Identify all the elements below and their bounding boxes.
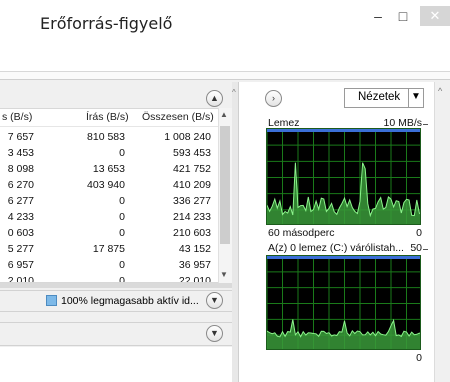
section-content <box>0 347 232 382</box>
chevron-down-icon: ▼ <box>210 295 219 305</box>
graph2-min-label: 0 <box>416 352 422 364</box>
collapse-section-button[interactable]: ▲ <box>206 90 223 107</box>
views-label: Nézetek <box>358 91 401 103</box>
graph2-max-tick <box>423 249 428 250</box>
read-cell: 6 957 <box>7 259 34 271</box>
total-cell: 22 010 <box>178 275 211 283</box>
read-cell: 6 270 <box>7 179 34 191</box>
chevron-right-icon: › <box>272 93 275 103</box>
total-cell: 336 277 <box>173 195 211 207</box>
disk-throughput-graph <box>266 128 421 225</box>
chevron-up-icon: ▲ <box>210 93 219 103</box>
storage-activity-label: 100% legmagasabb aktív id... <box>61 295 199 307</box>
maximize-button[interactable]: □ <box>392 6 414 26</box>
column-header-write[interactable]: Írás (B/s) <box>86 111 129 123</box>
total-cell: 593 453 <box>173 147 211 159</box>
graph1-max-tick <box>423 124 428 125</box>
write-cell: 0 <box>119 227 125 239</box>
graph2-top-marker <box>267 256 420 259</box>
graph1-min-label: 0 <box>416 227 422 239</box>
write-cell: 17 875 <box>92 243 125 255</box>
chevron-down-icon: ▼ <box>210 328 219 338</box>
read-cell: 8 098 <box>7 163 34 175</box>
write-cell: 0 <box>119 195 125 207</box>
graph2-max-label: 50 <box>410 242 422 254</box>
write-cell: 403 940 <box>87 179 125 191</box>
total-cell: 36 957 <box>178 259 211 271</box>
next-section-header[interactable] <box>0 322 232 346</box>
dropdown-arrow-icon[interactable]: ▼ <box>411 91 421 102</box>
read-cell: 3 453 <box>7 147 34 159</box>
expand-storage-button[interactable]: ▼ <box>206 292 223 309</box>
menu-bar <box>0 46 450 72</box>
scrollbar-thumb[interactable] <box>220 126 230 244</box>
total-cell: 43 152 <box>178 243 211 255</box>
read-cell: 5 277 <box>7 243 34 255</box>
write-cell: 0 <box>119 259 125 271</box>
total-cell: 1 008 240 <box>164 131 211 143</box>
splitter-up-arrow-icon[interactable]: ^ <box>232 88 236 97</box>
read-cell: 2 010 <box>7 275 34 283</box>
window-title: Erőforrás-figyelő <box>40 14 173 33</box>
write-cell: 0 <box>119 275 125 283</box>
scroll-up-arrow-icon[interactable]: ▲ <box>220 110 228 119</box>
read-cell: 7 657 <box>7 131 34 143</box>
minimize-button[interactable]: – <box>367 6 389 26</box>
graph-scroll-up-icon[interactable]: ^ <box>438 86 442 96</box>
write-cell: 810 583 <box>87 131 125 143</box>
read-cell: 6 277 <box>7 195 34 207</box>
write-cell: 0 <box>119 211 125 223</box>
write-cell: 13 653 <box>92 163 125 175</box>
panel-toggle-button[interactable]: › <box>265 90 282 107</box>
column-header-total[interactable]: Összesen (B/s) <box>142 111 214 123</box>
total-cell: 410 209 <box>173 179 211 191</box>
disk-queue-graph <box>266 255 421 350</box>
total-cell: 421 752 <box>173 163 211 175</box>
graph1-duration-label: 60 másodperc <box>268 227 335 239</box>
views-divider <box>408 88 409 108</box>
write-cell: 0 <box>119 147 125 159</box>
graph-panel-scrollbar[interactable] <box>434 82 450 382</box>
disk-activity-table: s (B/s) Írás (B/s) Összesen (B/s) 7 657 … <box>0 108 232 283</box>
scroll-down-arrow-icon[interactable]: ▼ <box>220 270 228 279</box>
column-header-read[interactable]: s (B/s) <box>2 111 32 123</box>
total-cell: 214 233 <box>173 211 211 223</box>
activity-legend-swatch <box>46 295 57 306</box>
read-cell: 0 603 <box>7 227 34 239</box>
total-cell: 210 603 <box>173 227 211 239</box>
graph2-title: A(z) 0 lemez (C:) várólistah... <box>268 242 404 254</box>
expand-next-section-button[interactable]: ▼ <box>206 325 223 342</box>
table-horizontal-scrollbar[interactable] <box>0 283 232 288</box>
graph1-top-marker <box>267 129 420 132</box>
tab-strip <box>0 72 450 80</box>
close-button[interactable]: ✕ <box>420 6 450 26</box>
header-divider <box>0 126 232 127</box>
read-cell: 4 233 <box>7 211 34 223</box>
